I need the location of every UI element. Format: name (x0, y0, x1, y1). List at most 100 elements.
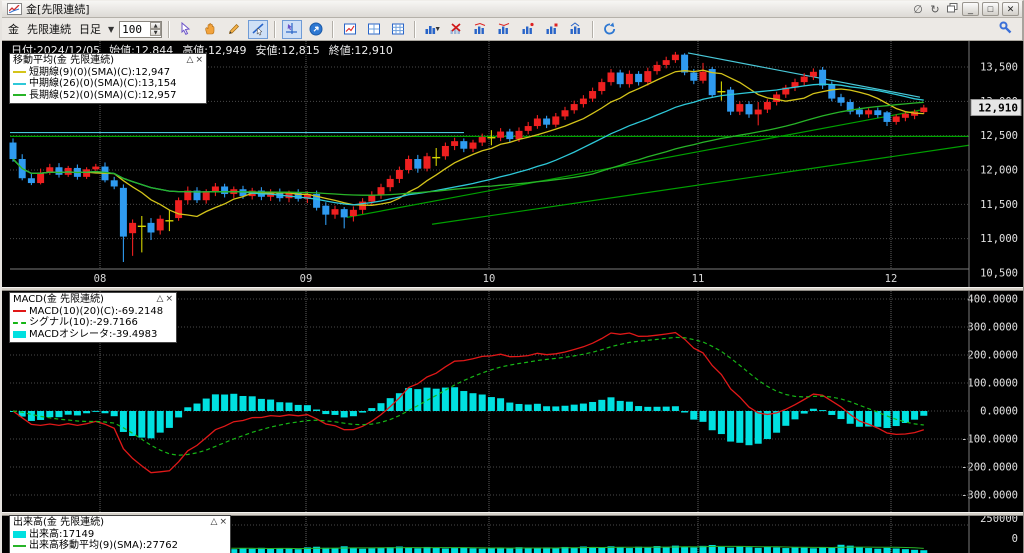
macd-line-swatch (13, 310, 26, 313)
indicator-histogram-icon[interactable]: ▼ (422, 20, 442, 39)
legend-row: 出来高:17149 (13, 529, 227, 541)
panel-splitter[interactable] (2, 287, 1023, 291)
svg-text:100.0000: 100.0000 (967, 378, 1018, 390)
svg-text:300.0000: 300.0000 (967, 322, 1018, 334)
svg-text:12,000: 12,000 (980, 165, 1018, 177)
toolbar: 金 先限連続 日足 ▼ ▲ ▼ (2, 18, 1022, 41)
legend-close-icon[interactable]: × (165, 295, 173, 304)
macd-osc-label: MACDオシレータ:-39.4983 (29, 328, 158, 340)
navigate-circle-icon[interactable] (306, 20, 326, 39)
indicator-preset-5-icon[interactable] (566, 20, 586, 39)
svg-text:0: 0 (1012, 533, 1018, 545)
macd-signal-label: シグナル(10):-29.7166 (29, 317, 138, 328)
indicator-preset-3-icon[interactable] (518, 20, 538, 39)
reload-icon[interactable]: ↻ (928, 3, 942, 16)
bar-count-input[interactable] (120, 21, 151, 37)
legend-row: 長期線(52)(0)(SMA)(C):12,957 (13, 90, 203, 102)
svg-text:11: 11 (692, 273, 705, 285)
svg-text:-100.0000: -100.0000 (961, 434, 1018, 446)
grid-small-icon[interactable] (364, 20, 384, 39)
volume-legend-title: 出来高(金 先限連続) (13, 517, 104, 528)
macd-plot[interactable] (10, 331, 928, 474)
macd-line-label: MACD(10)(20)(C):-69.2148 (29, 305, 164, 317)
legend-close-icon[interactable]: × (195, 56, 203, 65)
bar-count-spinner: ▲ ▼ (119, 20, 163, 38)
draw-pencil-icon[interactable] (224, 20, 244, 39)
spin-down-icon[interactable]: ▼ (150, 29, 162, 36)
toolbar-separator (592, 20, 595, 38)
macd-signal-swatch (13, 321, 26, 324)
volume-label: 出来高:17149 (29, 528, 95, 540)
ma-short-label: 短期線(9)(0)(SMA)(C):12,947 (29, 66, 171, 78)
indicator-preset-1-icon[interactable] (470, 20, 490, 39)
svg-text:10: 10 (483, 273, 496, 285)
svg-text:-200.0000: -200.0000 (961, 462, 1018, 474)
symbol-label: 金 (8, 23, 19, 36)
svg-text:13,500: 13,500 (980, 62, 1018, 74)
grid-large-icon[interactable] (388, 20, 408, 39)
spin-up-icon[interactable]: ▲ (150, 22, 162, 29)
ma-long-label: 長期線(52)(0)(SMA)(C):12,957 (29, 89, 177, 101)
timeframe-select[interactable]: 日足 (77, 21, 103, 37)
settings-wrench-icon[interactable] (998, 20, 1014, 40)
legend-collapse-icon[interactable]: △ (211, 518, 218, 527)
toolbar-separator (332, 20, 335, 38)
indicator-preset-4-icon[interactable] (542, 20, 562, 39)
cascade-icon[interactable] (945, 2, 959, 16)
svg-text:08: 08 (94, 273, 107, 285)
legend-collapse-icon[interactable]: △ (157, 295, 164, 304)
macd-legend-title: MACD(金 先限連続) (13, 294, 104, 305)
ma-long-swatch (13, 94, 26, 97)
svg-text:12,910: 12,910 (978, 102, 1018, 115)
svg-text:12,500: 12,500 (980, 130, 1018, 142)
info-low: 安値:12,815 (255, 44, 320, 57)
timeframe-caret-icon[interactable]: ▼ (107, 25, 115, 34)
volume-legend: 出来高(金 先限連続) △ × 出来高:17149 出来高移動平均(9)(SMA… (9, 515, 231, 553)
select-cursor-icon[interactable] (176, 20, 196, 39)
svg-text:-300.0000: -300.0000 (961, 490, 1018, 502)
close-button[interactable]: ✕ (1002, 2, 1019, 16)
legend-row: 中期線(26)(0)(SMA)(C):13,154 (13, 78, 203, 90)
svg-text:11,500: 11,500 (980, 199, 1018, 211)
trendline-tool-icon[interactable] (248, 19, 269, 39)
new-chart-panel-icon[interactable] (340, 20, 360, 39)
volume-ma-swatch (13, 544, 26, 547)
legend-close-icon[interactable]: × (219, 518, 227, 527)
ma-legend: 移動平均(金 先限連続) △ × 短期線(9)(0)(SMA)(C):12,94… (9, 53, 207, 104)
macd-line (12, 331, 924, 474)
legend-row: 出来高移動平均(9)(SMA):27762 (13, 540, 227, 552)
chart-region[interactable]: 13,50013,00012,50012,00011,50011,00010,5… (2, 41, 1024, 553)
window-title: 金[先限連続] (26, 3, 90, 16)
refresh-chart-icon[interactable] (600, 20, 620, 39)
macd-osc-swatch (13, 330, 26, 338)
pan-hand-icon[interactable] (200, 20, 220, 39)
toolbar-separator (414, 20, 417, 38)
chart-window: 金[先限連続] ∅ ↻ _ □ ✕ 金 先限連続 日足 ▼ ▲ ▼ (0, 0, 1024, 553)
macd-legend: MACD(金 先限連続) △ × MACD(10)(20)(C):-69.214… (9, 292, 177, 343)
svg-text:0.0000: 0.0000 (980, 406, 1018, 418)
ma-mid-label: 中期線(26)(0)(SMA)(C):13,154 (29, 78, 177, 89)
svg-text:400.0000: 400.0000 (967, 294, 1018, 306)
link-icon[interactable]: ∅ (911, 3, 925, 16)
legend-row: 短期線(9)(0)(SMA)(C):12,947 (13, 67, 203, 79)
rising-trendline-1 (346, 108, 928, 218)
sma-52-line (12, 101, 924, 196)
legend-collapse-icon[interactable]: △ (187, 56, 194, 65)
svg-text:11,000: 11,000 (980, 233, 1018, 245)
crosshair-tool-icon[interactable] (282, 19, 303, 39)
maximize-button[interactable]: □ (982, 2, 999, 16)
minimize-button[interactable]: _ (962, 2, 979, 16)
ma-mid-swatch (13, 82, 26, 85)
ma-legend-title: 移動平均(金 先限連続) (13, 55, 114, 66)
svg-text:09: 09 (300, 273, 313, 285)
remove-indicator-icon[interactable] (446, 20, 466, 39)
svg-text:12: 12 (885, 273, 898, 285)
toolbar-separator (168, 20, 171, 38)
indicator-preset-2-icon[interactable] (494, 20, 514, 39)
ma-short-swatch (13, 71, 26, 74)
volume-ma-label: 出来高移動平均(9)(SMA):27762 (29, 540, 178, 551)
legend-row: MACDオシレータ:-39.4983 (13, 329, 173, 341)
volume-swatch (13, 530, 26, 538)
svg-text:10,500: 10,500 (980, 268, 1018, 280)
legend-row: MACD(10)(20)(C):-69.2148 (13, 306, 173, 318)
